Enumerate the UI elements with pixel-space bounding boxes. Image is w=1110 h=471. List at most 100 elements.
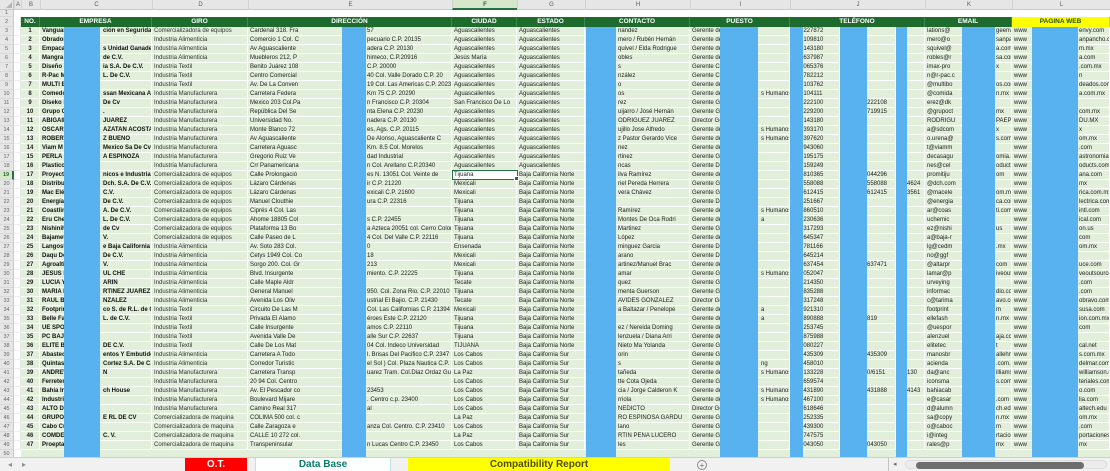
row-header[interactable]: 28 bbox=[0, 252, 14, 261]
cell-no[interactable]: 44 bbox=[21, 414, 40, 423]
cell-no[interactable]: 40 bbox=[21, 378, 40, 387]
cell-col-a[interactable] bbox=[14, 432, 21, 441]
row-header[interactable]: 21 bbox=[0, 189, 14, 198]
cell-no[interactable]: 31 bbox=[21, 297, 40, 306]
cell-col-a[interactable] bbox=[14, 414, 21, 423]
cell-estado[interactable]: Baja California Norte bbox=[517, 234, 585, 243]
row-header[interactable]: 15 bbox=[0, 135, 14, 144]
cell-giro[interactable]: Industria Alimenticia bbox=[152, 279, 248, 288]
cell-col-a[interactable] bbox=[14, 378, 21, 387]
cell-giro[interactable]: Comercializadora de maquina bbox=[152, 423, 248, 432]
sheet-tab-ot[interactable]: O.T. bbox=[185, 458, 247, 471]
cell-ciudad[interactable]: Los Cabos bbox=[452, 423, 517, 432]
cell-giro[interactable]: Comercializadora de equipos bbox=[152, 189, 248, 198]
cell-estado[interactable]: Aguascalientes bbox=[517, 99, 585, 108]
cell-no[interactable]: 18 bbox=[21, 180, 40, 189]
column-letter-l[interactable]: L bbox=[1012, 0, 1110, 10]
row-header[interactable]: 9 bbox=[0, 81, 14, 90]
cell-ciudad[interactable]: Tijuana bbox=[452, 288, 517, 297]
cell-no[interactable]: 39 bbox=[21, 369, 40, 378]
cell-giro[interactable]: Industria Alimenticia bbox=[152, 54, 248, 63]
cell-ciudad[interactable]: Tijuana bbox=[452, 234, 517, 243]
header-telefono[interactable]: TELÉFONO bbox=[790, 17, 925, 27]
cell-no[interactable]: 38 bbox=[21, 360, 40, 369]
cell-giro[interactable]: Industria Alimenticia bbox=[152, 351, 248, 360]
cell-no[interactable]: 37 bbox=[21, 351, 40, 360]
cell-estado[interactable]: Baja California Norte bbox=[517, 216, 585, 225]
cell-estado[interactable]: Baja California Norte bbox=[517, 243, 585, 252]
scroll-left-icon[interactable]: ◂ bbox=[893, 458, 897, 471]
cell-no[interactable]: 16 bbox=[21, 162, 40, 171]
row-header[interactable]: 19 bbox=[0, 171, 14, 180]
cell-no[interactable]: 41 bbox=[21, 387, 40, 396]
cell-col-a[interactable] bbox=[14, 63, 21, 72]
cell-giro[interactable]: Industria Manufacturera bbox=[152, 135, 248, 144]
cell-col-a[interactable] bbox=[14, 117, 21, 126]
row-header[interactable]: 48 bbox=[0, 432, 14, 441]
cell-estado[interactable]: Aguascalientes bbox=[517, 153, 585, 162]
row-header[interactable]: 20 bbox=[0, 180, 14, 189]
cell-no[interactable]: 24 bbox=[21, 234, 40, 243]
row-header[interactable]: 49 bbox=[0, 441, 14, 450]
cell-ciudad[interactable]: La Paz bbox=[452, 414, 517, 423]
header-direccion[interactable]: DIRECCIÓN bbox=[248, 17, 452, 27]
row-header[interactable]: 39 bbox=[0, 351, 14, 360]
cell-col-a[interactable] bbox=[14, 288, 21, 297]
row-header[interactable]: 16 bbox=[0, 144, 14, 153]
cell-estado[interactable]: Baja California Sur bbox=[517, 414, 585, 423]
cell-no[interactable]: 10 bbox=[21, 108, 40, 117]
cell-giro[interactable]: Industria Manufacturera bbox=[152, 90, 248, 99]
cell-giro[interactable]: Comercializadora de equipos bbox=[152, 27, 248, 36]
add-sheet-button[interactable]: + bbox=[697, 460, 707, 470]
cell-giro[interactable]: Industria Alimenticia bbox=[152, 360, 248, 369]
row-header[interactable]: 42 bbox=[0, 378, 14, 387]
cell-ciudad[interactable]: Los Cabos bbox=[452, 396, 517, 405]
row-header[interactable]: 40 bbox=[0, 360, 14, 369]
row-header[interactable]: 6 bbox=[0, 54, 14, 63]
cell-estado[interactable]: Baja California Sur bbox=[517, 423, 585, 432]
cell-col-a[interactable] bbox=[14, 261, 21, 270]
row-header[interactable]: 35 bbox=[0, 315, 14, 324]
cell-col-a[interactable] bbox=[14, 216, 21, 225]
row-header[interactable]: 26 bbox=[0, 234, 14, 243]
cell-ciudad[interactable]: Tijuana bbox=[452, 315, 517, 324]
cell-no[interactable]: 8 bbox=[21, 90, 40, 99]
header-ciudad[interactable]: CIUDAD bbox=[452, 17, 517, 27]
cell-ciudad[interactable]: Aguascalientes bbox=[452, 126, 517, 135]
cell-col-a[interactable] bbox=[14, 180, 21, 189]
cell-col-a[interactable] bbox=[14, 189, 21, 198]
cell-col-a[interactable] bbox=[14, 396, 21, 405]
cell-giro[interactable]: Industria Manufacturera bbox=[152, 378, 248, 387]
cell-ciudad[interactable]: Aguascalientes bbox=[452, 81, 517, 90]
cell-col-a[interactable] bbox=[14, 36, 21, 45]
column-letter-k[interactable]: K bbox=[925, 0, 1012, 10]
cell-giro[interactable]: Industria Manufacturera bbox=[152, 126, 248, 135]
cell-ciudad[interactable]: Tijuana bbox=[452, 216, 517, 225]
cell-giro[interactable]: Industria Manufacturera bbox=[152, 108, 248, 117]
row-header-2[interactable]: 2 bbox=[0, 17, 14, 27]
cell-col-a[interactable] bbox=[14, 243, 21, 252]
cell-col-a[interactable] bbox=[14, 315, 21, 324]
cell-col-a[interactable] bbox=[14, 90, 21, 99]
cell-estado[interactable]: Baja California Norte bbox=[517, 180, 585, 189]
row-header[interactable]: 25 bbox=[0, 225, 14, 234]
cell-col-a[interactable] bbox=[14, 126, 21, 135]
cell-ciudad[interactable]: Mexicali bbox=[452, 189, 517, 198]
cell-ciudad[interactable]: Aguascalientes bbox=[452, 90, 517, 99]
row-header[interactable]: 24 bbox=[0, 216, 14, 225]
horizontal-scrollbar[interactable]: ◂ bbox=[888, 458, 1110, 471]
row-header[interactable]: 3 bbox=[0, 27, 14, 36]
cell-no[interactable]: 17 bbox=[21, 171, 40, 180]
cell-col-a[interactable] bbox=[14, 198, 21, 207]
row-header[interactable]: 37 bbox=[0, 333, 14, 342]
scrollbar-track[interactable] bbox=[905, 460, 1107, 469]
cell-giro[interactable]: Industria Manufacturera bbox=[152, 99, 248, 108]
cell-no[interactable]: 13 bbox=[21, 135, 40, 144]
header-no[interactable]: NO. bbox=[21, 17, 40, 27]
cell-col-a[interactable] bbox=[14, 351, 21, 360]
cell-estado[interactable]: Aguascalientes bbox=[517, 162, 585, 171]
cell-ciudad[interactable]: Mexicali bbox=[452, 180, 517, 189]
cell-giro[interactable]: Comercializadora de maquina bbox=[152, 432, 248, 441]
header-col-a[interactable] bbox=[14, 17, 21, 27]
cell-ciudad[interactable]: Mexicali bbox=[452, 252, 517, 261]
